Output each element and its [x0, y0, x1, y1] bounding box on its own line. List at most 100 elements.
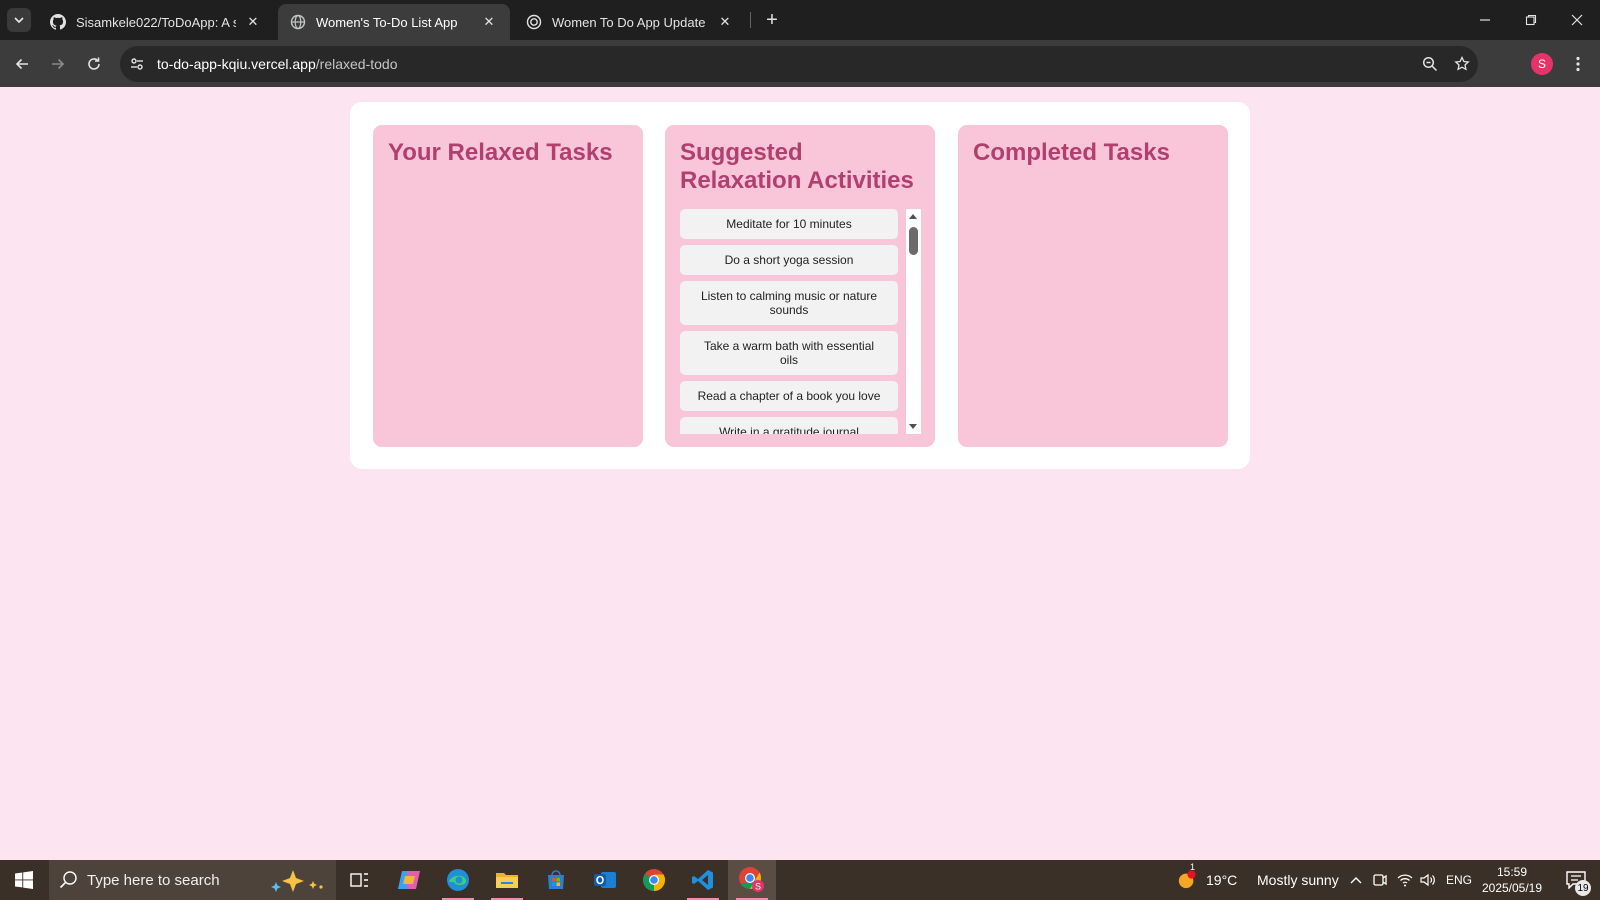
taskbar-vscode[interactable]	[679, 860, 727, 900]
copilot-icon	[398, 871, 420, 889]
github-icon	[50, 14, 66, 30]
new-tab-button[interactable]: +	[758, 8, 786, 32]
activity-item[interactable]: Listen to calming music or nature sounds	[680, 281, 898, 325]
tab-womens-todo[interactable]: Women's To-Do List App ✕	[278, 4, 510, 40]
meet-now-icon[interactable]	[1370, 870, 1390, 890]
plus-icon: +	[766, 8, 778, 31]
taskbar-outlook[interactable]	[581, 860, 629, 900]
url-text[interactable]: to-do-app-kqiu.vercel.app/relaxed-todo	[157, 56, 397, 72]
start-button[interactable]	[0, 860, 48, 900]
url-path: /relaxed-todo	[315, 56, 398, 72]
taskbar-chrome-profile[interactable]: S	[728, 860, 776, 900]
reload-button[interactable]	[82, 52, 106, 76]
activity-list[interactable]: Meditate for 10 minutes Do a short yoga …	[680, 209, 921, 434]
vscode-icon	[692, 870, 713, 890]
chevron-down-icon	[14, 17, 24, 23]
tab-divider	[750, 12, 751, 28]
suggested-activities-column: Suggested Relaxation Activities Meditate…	[665, 125, 935, 447]
globe-icon	[290, 14, 306, 30]
close-icon[interactable]: ✕	[244, 13, 262, 31]
browser-tab-bar: Sisamkele022/ToDoApp: A simp ✕ Women's T…	[0, 0, 1600, 40]
bookmark-star-icon[interactable]	[1452, 54, 1472, 74]
store-icon	[548, 870, 564, 889]
sparkle-icon	[271, 870, 323, 892]
arrow-left-icon	[15, 58, 28, 70]
task-view-button[interactable]	[336, 860, 384, 900]
forward-button[interactable]	[46, 52, 70, 76]
weather-condition[interactable]: Mostly sunny	[1257, 872, 1339, 888]
taskbar-search[interactable]: Type here to search	[49, 860, 336, 900]
activity-scrollbar[interactable]	[906, 209, 921, 434]
wifi-icon[interactable]	[1395, 870, 1415, 890]
taskbar-edge[interactable]	[434, 860, 482, 900]
scroll-up-arrow-icon[interactable]	[909, 214, 917, 219]
back-button[interactable]	[10, 52, 34, 76]
minimize-icon	[1480, 19, 1490, 21]
activity-item[interactable]: Read a chapter of a book you love	[680, 381, 898, 411]
tab-search-button[interactable]	[7, 8, 31, 32]
todo-board: Your Relaxed Tasks Suggested Relaxation …	[350, 102, 1250, 469]
weather-sun-icon[interactable]	[1177, 870, 1197, 890]
file-explorer-icon	[496, 873, 518, 888]
tab-title: Women's To-Do List App	[316, 14, 458, 30]
clock-date: 2025/05/19	[1481, 881, 1543, 895]
windows-logo-icon	[15, 871, 33, 889]
task-view-icon	[350, 873, 368, 887]
relaxed-tasks-column: Your Relaxed Tasks	[373, 125, 643, 447]
volume-icon[interactable]	[1418, 870, 1438, 890]
weather-temperature[interactable]: 19°C	[1206, 872, 1237, 888]
tab-title: Sisamkele022/ToDoApp: A simp	[76, 14, 236, 30]
reload-icon	[88, 57, 100, 70]
search-icon	[59, 871, 77, 889]
taskbar-chrome[interactable]	[630, 860, 678, 900]
windows-taskbar: Type here to search S 1 19°C Mostly sunn…	[0, 860, 1600, 900]
activity-item[interactable]: Do a short yoga session	[680, 245, 898, 275]
browser-menu-button[interactable]	[1568, 52, 1588, 76]
notification-center-button[interactable]: 19	[1553, 860, 1600, 900]
activity-item[interactable]: Write in a gratitude journal	[680, 417, 898, 434]
edge-icon	[447, 869, 469, 891]
tab-title: Women To Do App Update	[552, 14, 706, 30]
close-icon[interactable]: ✕	[716, 13, 734, 31]
restore-icon	[1525, 14, 1537, 26]
page-viewport: Your Relaxed Tasks Suggested Relaxation …	[0, 87, 1600, 860]
profile-avatar[interactable]: S	[1531, 53, 1553, 75]
openai-icon	[526, 14, 542, 30]
scrollbar-thumb[interactable]	[909, 227, 918, 255]
taskbar-file-explorer[interactable]	[483, 860, 531, 900]
taskbar-clock[interactable]: 15:59 2025/05/19	[1473, 864, 1551, 896]
suggested-activities-heading: Suggested Relaxation Activities	[680, 139, 914, 194]
weather-alert-count: 1	[1190, 862, 1196, 872]
notification-badge: 19	[1575, 880, 1591, 896]
svg-text:S: S	[755, 882, 761, 892]
scroll-down-arrow-icon[interactable]	[909, 424, 917, 429]
tab-women-todo-update[interactable]: Women To Do App Update ✕	[514, 4, 746, 40]
activity-item[interactable]: Meditate for 10 minutes	[680, 209, 898, 239]
relaxed-tasks-heading: Your Relaxed Tasks	[388, 139, 613, 166]
browser-toolbar: to-do-app-kqiu.vercel.app/relaxed-todo S	[0, 40, 1600, 87]
chevron-up-icon[interactable]	[1346, 870, 1366, 890]
zoom-icon[interactable]	[1420, 54, 1440, 74]
activity-item[interactable]: Take a warm bath with essential oils	[680, 331, 898, 375]
close-window-button[interactable]	[1554, 0, 1600, 40]
search-placeholder: Type here to search	[87, 872, 220, 889]
close-icon[interactable]: ✕	[480, 13, 498, 31]
tab-github[interactable]: Sisamkele022/ToDoApp: A simp ✕	[38, 4, 274, 40]
activity-items: Meditate for 10 minutes Do a short yoga …	[680, 209, 898, 434]
chrome-profile-icon: S	[739, 867, 764, 892]
arrow-right-icon	[52, 58, 65, 70]
more-vertical-icon	[1576, 56, 1580, 72]
restore-button[interactable]	[1508, 0, 1554, 40]
address-bar[interactable]: to-do-app-kqiu.vercel.app/relaxed-todo	[120, 46, 1478, 82]
completed-tasks-heading: Completed Tasks	[973, 139, 1170, 166]
url-domain: to-do-app-kqiu.vercel.app	[157, 56, 316, 72]
chrome-icon	[643, 869, 665, 891]
taskbar-copilot[interactable]	[385, 860, 433, 900]
close-icon	[1571, 14, 1583, 26]
minimize-button[interactable]	[1462, 0, 1508, 40]
outlook-icon	[594, 872, 616, 888]
taskbar-store[interactable]	[532, 860, 580, 900]
site-info-icon[interactable]	[126, 53, 148, 75]
language-indicator[interactable]: ENG	[1446, 873, 1472, 887]
completed-tasks-column: Completed Tasks	[958, 125, 1228, 447]
